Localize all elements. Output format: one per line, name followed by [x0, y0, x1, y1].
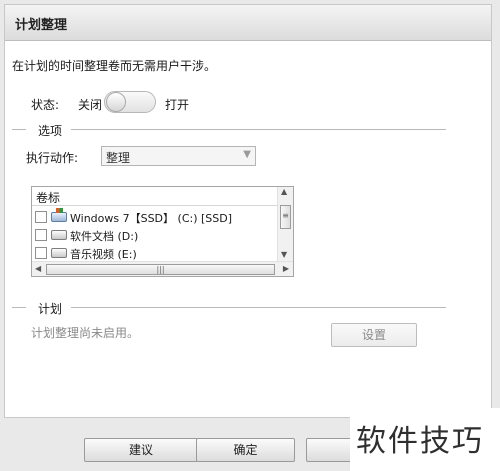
chevron-down-icon: ▼	[243, 149, 251, 160]
watermark: 软件技巧	[350, 408, 500, 471]
suggest-button[interactable]: 建议	[84, 438, 198, 462]
drive-icon	[51, 230, 67, 240]
schedule-separator-left	[12, 307, 26, 308]
volume-label: Windows 7【SSD】 (C:) [SSD]	[70, 212, 233, 225]
system-drive-icon	[51, 208, 67, 222]
settings-button[interactable]: 设置	[331, 323, 417, 347]
options-separator	[71, 129, 446, 130]
watermark-text: 软件技巧	[356, 424, 484, 459]
action-label: 执行动作:	[26, 151, 79, 165]
options-section-title: 选项	[38, 124, 63, 138]
schedule-separator	[71, 307, 446, 308]
volume-checkbox[interactable]	[35, 247, 47, 259]
volume-checkbox[interactable]	[35, 229, 47, 241]
scroll-right-icon[interactable]: ▶	[283, 264, 289, 273]
ok-button[interactable]: 确定	[196, 438, 295, 462]
status-label: 状态:	[31, 98, 60, 112]
status-off-label: 关闭	[78, 98, 103, 112]
scroll-left-icon[interactable]: ◀	[35, 264, 41, 273]
vertical-scrollbar[interactable]: ▲ ≡ ▼	[277, 187, 293, 261]
schedule-section-title: 计划	[38, 302, 63, 316]
status-on-label: 打开	[165, 98, 190, 112]
volume-row-d[interactable]: 软件文档 (D:)	[32, 227, 278, 243]
volume-checkbox[interactable]	[35, 211, 47, 223]
volume-list-header: 卷标	[32, 187, 278, 206]
volume-list[interactable]: 卷标 Windows 7【SSD】 (C:) [SSD] 软件文档 (D:) 音…	[31, 186, 294, 277]
options-separator-left	[12, 129, 26, 130]
drive-icon	[51, 248, 67, 258]
volume-row-c[interactable]: Windows 7【SSD】 (C:) [SSD]	[32, 208, 278, 225]
intro-text: 在计划的时间整理卷而无需用户干涉。	[12, 59, 217, 73]
horizontal-scrollbar[interactable]: ◀ ||| ▶	[32, 261, 293, 276]
scroll-down-icon[interactable]: ▼	[281, 250, 287, 259]
action-select-value: 整理	[106, 151, 131, 165]
toggle-knob	[106, 92, 126, 112]
dialog-title: 计划整理	[15, 18, 68, 33]
status-toggle[interactable]	[104, 91, 156, 113]
volume-label: 软件文档 (D:)	[70, 230, 139, 243]
volume-label: 音乐视频 (E:)	[70, 248, 137, 261]
title-bar: 计划整理	[5, 5, 491, 41]
volume-row-e[interactable]: 音乐视频 (E:)	[32, 245, 278, 261]
horizontal-scroll-thumb[interactable]: |||	[46, 264, 275, 275]
schedule-status-text: 计划整理尚未启用。	[31, 326, 140, 340]
column-header-volume: 卷标	[36, 191, 61, 205]
vertical-scroll-thumb[interactable]: ≡	[280, 205, 291, 229]
action-select[interactable]: 整理 ▼	[101, 146, 256, 166]
scroll-up-icon[interactable]: ▲	[281, 187, 287, 196]
